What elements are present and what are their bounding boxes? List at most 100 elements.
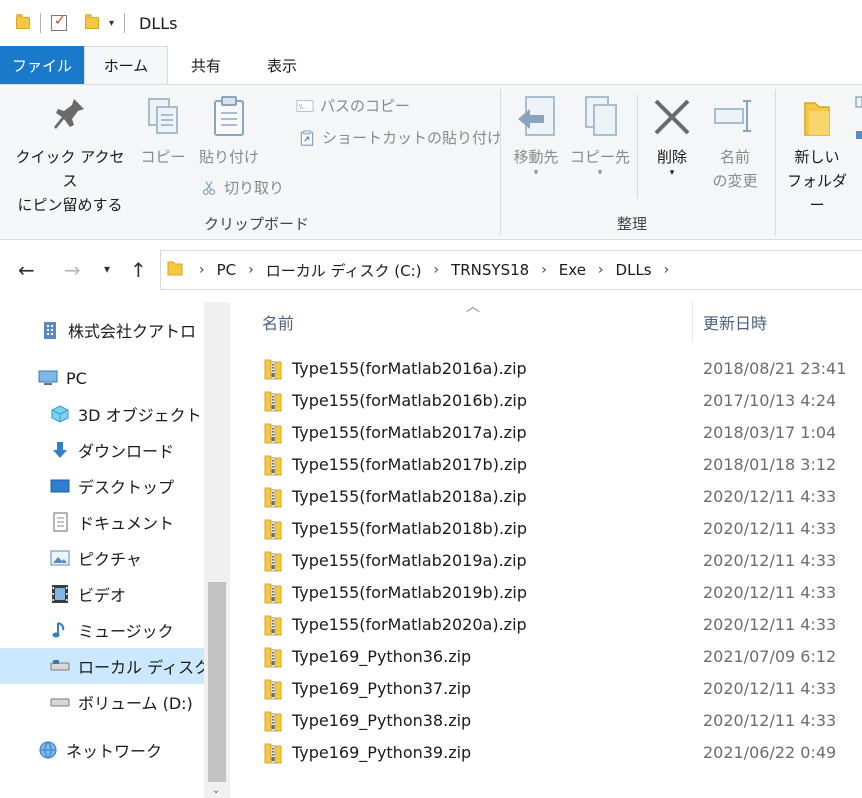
tab-home[interactable]: ホーム xyxy=(84,46,168,84)
scrollbar-thumb[interactable] xyxy=(208,582,226,782)
file-modified-date: 2020/12/11 4:33 xyxy=(703,710,837,730)
delete-button[interactable]: 削除 ▾ xyxy=(644,95,700,178)
sidebar-item-network[interactable]: ネットワーク xyxy=(0,732,204,768)
sidebar-item-label: ダウンロード xyxy=(78,442,175,461)
group-separator xyxy=(637,95,638,199)
breadcrumb-exe[interactable]: Exe xyxy=(559,261,586,279)
zip-folder-icon xyxy=(264,678,282,700)
breadcrumb-chevron-icon[interactable]: › xyxy=(664,262,670,278)
sidebar-item-pc[interactable]: PC xyxy=(0,360,204,396)
file-row[interactable]: Type169_Python36.zip 2021/07/09 6:12 xyxy=(232,640,862,672)
column-header-name[interactable]: 名前 xyxy=(262,302,294,342)
copy-to-button[interactable]: コピー先 ▾ xyxy=(570,95,631,178)
sidebar-item-downloads[interactable]: ダウンロード xyxy=(0,432,204,468)
file-name: Type155(forMatlab2017b).zip xyxy=(292,454,528,474)
breadcrumb-trnsys18[interactable]: TRNSYS18 xyxy=(451,261,529,279)
pin-label-2: にピン留めする xyxy=(17,196,123,214)
sidebar-item-company[interactable]: 株式会社クアトロ xyxy=(0,312,204,348)
tab-view[interactable]: 表示 xyxy=(244,46,320,84)
forward-arrow-icon[interactable]: → xyxy=(64,258,81,282)
chevron-down-icon: ▾ xyxy=(533,168,539,178)
cut-label: 切り取り xyxy=(224,179,285,197)
file-row[interactable]: Type155(forMatlab2016a).zip 2018/08/21 23… xyxy=(232,352,862,384)
file-row[interactable]: Type155(forMatlab2019a).zip 2020/12/11 4:… xyxy=(232,544,862,576)
file-row[interactable]: Type155(forMatlab2017a).zip 2018/03/17 1:… xyxy=(232,416,862,448)
sort-ascending-icon: ︿ xyxy=(466,299,480,315)
move-to-button[interactable]: 移動先 ▾ xyxy=(506,95,566,178)
file-modified-date: 2018/03/17 1:04 xyxy=(703,422,837,442)
address-bar[interactable]: › PC › ローカル ディスク (C:) › TRNSYS18 › Exe ›… xyxy=(160,250,862,290)
group-separator xyxy=(500,89,501,235)
cut-button[interactable]: 切り取り xyxy=(200,177,284,198)
file-modified-date: 2020/12/11 4:33 xyxy=(703,678,837,698)
download-arrow-icon xyxy=(53,442,67,458)
sidebar-item-3d-objects[interactable]: 3D オブジェクト xyxy=(0,396,204,432)
paste-button[interactable]: 貼り付け xyxy=(194,95,264,169)
file-row[interactable]: Type155(forMatlab2018a).zip 2020/12/11 4:… xyxy=(232,480,862,512)
column-divider[interactable] xyxy=(692,302,693,342)
new-folder-button[interactable]: 新しい フォルダー xyxy=(780,95,854,217)
properties-icon[interactable] xyxy=(51,13,67,31)
cube-icon xyxy=(51,405,69,423)
sidebar-scrollbar[interactable]: ⌄ xyxy=(204,302,230,798)
file-row[interactable]: Type155(forMatlab2020a).zip 2020/12/11 4:… xyxy=(232,608,862,640)
copy-to-label: コピー先 xyxy=(570,148,631,166)
back-arrow-icon[interactable]: ← xyxy=(18,258,35,282)
sidebar-item-label: デスクトップ xyxy=(78,478,175,497)
separator xyxy=(40,13,41,33)
sidebar-item-music[interactable]: ミュージック xyxy=(0,612,204,648)
paste-shortcut-button[interactable]: ショートカットの貼り付け xyxy=(298,127,502,148)
scroll-down-arrow-icon[interactable]: ⌄ xyxy=(212,785,220,796)
copy-path-button[interactable]: \\... パスのコピー xyxy=(296,95,410,116)
sidebar-item-label: ドキュメント xyxy=(78,514,175,533)
breadcrumb-chevron-icon[interactable]: › xyxy=(598,262,604,278)
chevron-down-icon: ▾ xyxy=(669,168,675,178)
breadcrumb-chevron-icon[interactable]: › xyxy=(248,262,254,278)
column-header-modified[interactable]: 更新日時 xyxy=(703,302,767,342)
drive-icon xyxy=(50,660,70,671)
sidebar-item-pictures[interactable]: ピクチャ xyxy=(0,540,204,576)
file-list: ︿ 名前 更新日時 Type155(forMatlab2016a).zip 201… xyxy=(232,299,862,798)
file-row[interactable]: Type155(forMatlab2017b).zip 2018/01/18 3:… xyxy=(232,448,862,480)
breadcrumb-dlls[interactable]: DLLs xyxy=(616,261,652,279)
pin-to-quick-access-button[interactable]: クイック アクセス にピン留めする xyxy=(10,95,130,217)
zip-folder-icon xyxy=(264,710,282,732)
sidebar-item-local-disk-c[interactable]: ローカル ディスク (C xyxy=(0,648,204,684)
file-modified-date: 2020/12/11 4:33 xyxy=(703,550,837,570)
breadcrumb-local-disk[interactable]: ローカル ディスク (C:) xyxy=(266,260,422,281)
breadcrumb-chevron-icon[interactable]: › xyxy=(433,262,439,278)
sidebar-item-label: 3D オブジェクト xyxy=(78,406,202,425)
path-icon: \\... xyxy=(296,99,314,112)
file-row[interactable]: Type155(forMatlab2018b).zip 2020/12/11 4:… xyxy=(232,512,862,544)
file-modified-date: 2020/12/11 4:33 xyxy=(703,582,837,602)
sidebar-item-volume-d[interactable]: ボリューム (D:) xyxy=(0,684,204,720)
sidebar-item-videos[interactable]: ビデオ xyxy=(0,576,204,612)
zip-folder-icon xyxy=(264,454,282,476)
up-arrow-icon[interactable]: ↑ xyxy=(130,258,147,282)
tab-share[interactable]: 共有 xyxy=(168,46,244,84)
rename-icon xyxy=(714,100,751,132)
chevron-down-icon[interactable]: ▾ xyxy=(109,18,114,29)
sidebar-item-desktop[interactable]: デスクトップ xyxy=(0,468,204,504)
rename-button[interactable]: 名前 の変更 xyxy=(704,95,766,193)
recent-locations-chevron-icon[interactable]: ▾ xyxy=(104,262,110,276)
sidebar-item-documents[interactable]: ドキュメント xyxy=(0,504,204,540)
delete-label: 削除 xyxy=(656,148,687,166)
zip-folder-icon xyxy=(264,390,282,412)
new-folder-icon[interactable] xyxy=(85,14,99,29)
file-row[interactable]: Type155(forMatlab2016b).zip 2017/10/13 4:… xyxy=(232,384,862,416)
file-name: Type169_Python39.zip xyxy=(292,742,472,762)
breadcrumb-chevron-icon[interactable]: › xyxy=(541,262,547,278)
clipboard-icon xyxy=(214,96,244,136)
new-item-icon[interactable] xyxy=(852,95,862,141)
file-row[interactable]: Type169_Python37.zip 2020/12/11 4:33 xyxy=(232,672,862,704)
folder-icon xyxy=(16,14,30,29)
shortcut-icon xyxy=(300,129,314,146)
tab-file[interactable]: ファイル xyxy=(0,46,84,84)
file-row[interactable]: Type169_Python39.zip 2021/06/22 0:49 xyxy=(232,736,862,768)
file-row[interactable]: Type169_Python38.zip 2020/12/11 4:33 xyxy=(232,704,862,736)
file-row[interactable]: Type155(forMatlab2019b).zip 2020/12/11 4:… xyxy=(232,576,862,608)
breadcrumb-chevron-icon[interactable]: › xyxy=(199,262,205,278)
copy-button[interactable]: コピー xyxy=(138,95,188,169)
breadcrumb-pc[interactable]: PC xyxy=(217,261,237,279)
